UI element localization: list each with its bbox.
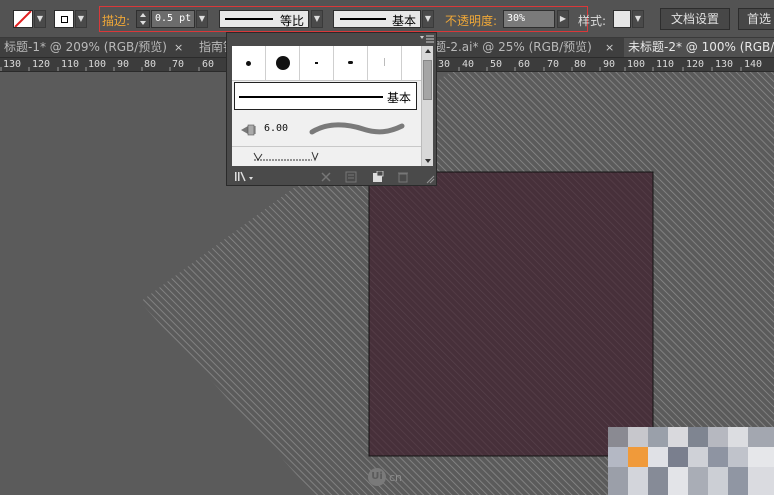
- stroke-weight-stepper[interactable]: [136, 10, 150, 28]
- brush-cell[interactable]: [300, 46, 334, 80]
- remove-stroke-icon[interactable]: [320, 171, 332, 183]
- stroke-swatch[interactable]: [54, 10, 74, 28]
- scroll-thumb[interactable]: [423, 60, 432, 100]
- stroke-label[interactable]: 描边:: [102, 12, 130, 29]
- width-profile-select[interactable]: 等比: [219, 10, 309, 28]
- brush-cell[interactable]: [266, 46, 300, 80]
- panel-scrollbar[interactable]: [421, 46, 433, 166]
- calligraphic-brush-row: [232, 46, 421, 81]
- brush-stroke-preview: [309, 122, 405, 135]
- art-brush-row[interactable]: 6.00: [232, 114, 421, 147]
- brush-dot-icon: [348, 61, 353, 64]
- scroll-down-icon[interactable]: [422, 156, 434, 166]
- stroke-square-icon: [61, 16, 68, 23]
- brush-dot-icon: [384, 58, 385, 66]
- brush-dot-icon: [315, 62, 318, 64]
- pattern-brush-row[interactable]: [232, 148, 421, 166]
- basic-brush-label: 基本: [387, 91, 412, 105]
- brush-definition-select[interactable]: 基本: [333, 10, 421, 28]
- fill-swatch[interactable]: [13, 10, 33, 28]
- panel-menu-icon[interactable]: [420, 35, 434, 43]
- fill-dropdown-arrow[interactable]: ▼: [34, 10, 46, 28]
- close-icon[interactable]: ×: [605, 38, 614, 57]
- style-label: 样式:: [578, 14, 607, 28]
- brush-size-label: 6.00: [264, 123, 289, 134]
- tab-label: 未标题-2* @ 100% (RGB/: [628, 40, 774, 54]
- opacity-input[interactable]: 30%: [503, 10, 555, 28]
- stepper-arrows-icon: [140, 13, 146, 25]
- profile-line: [225, 18, 273, 20]
- tab-label: 题-2.ai* @ 25% (RGB/预览): [434, 40, 592, 54]
- brush-library-icon[interactable]: [235, 171, 257, 183]
- bristle-brush-icon: [241, 124, 256, 136]
- tab-label: 标题-1* @ 209% (RGB/预览): [4, 40, 167, 54]
- brush-label: 基本: [392, 14, 417, 28]
- stroke-dropdown-arrow[interactable]: ▼: [75, 10, 87, 28]
- brush-options-icon[interactable]: [345, 171, 357, 183]
- mosaic-blur: [608, 427, 774, 495]
- brush-cell[interactable]: [334, 46, 368, 80]
- scroll-up-icon[interactable]: [422, 46, 434, 56]
- close-icon[interactable]: ×: [174, 38, 183, 57]
- tab-untitled-2-ai[interactable]: 题-2.ai* @ 25% (RGB/预览): [430, 38, 614, 57]
- graphic-style-swatch[interactable]: [613, 10, 631, 28]
- stroke-weight-input[interactable]: 0.5 pt: [151, 10, 195, 28]
- brush-definition-dropdown[interactable]: ▼: [422, 10, 434, 28]
- none-slash-icon: [14, 11, 32, 27]
- watermark-logo: Ui: [368, 468, 386, 486]
- tab-untitled-1[interactable]: 标题-1* @ 209% (RGB/预览): [0, 38, 186, 57]
- artboard-rect[interactable]: [368, 171, 654, 457]
- new-brush-icon[interactable]: [372, 171, 384, 183]
- brush-cell[interactable]: [232, 46, 266, 80]
- opacity-label[interactable]: 不透明度:: [445, 12, 497, 29]
- basic-brush-line: [239, 96, 383, 98]
- preferences-button[interactable]: 首选: [738, 8, 774, 30]
- brush-dot-icon: [276, 56, 290, 70]
- pattern-brush-preview: [253, 151, 319, 162]
- resize-grip-icon[interactable]: [425, 174, 435, 184]
- trash-icon[interactable]: [397, 171, 409, 183]
- graphic-style-dropdown[interactable]: ▼: [632, 10, 644, 28]
- stroke-weight-dropdown[interactable]: ▼: [196, 10, 208, 28]
- brush-line: [340, 18, 386, 20]
- opacity-dropdown[interactable]: ▶: [557, 10, 569, 28]
- brush-cell[interactable]: [368, 46, 402, 80]
- width-profile-dropdown[interactable]: ▼: [311, 10, 323, 28]
- brush-list: 基本 6.00: [232, 46, 421, 166]
- tab-untitled-2-active[interactable]: 未标题-2* @ 100% (RGB/: [624, 38, 774, 57]
- brushes-panel: 基本 6.00: [226, 32, 437, 186]
- profile-label: 等比: [280, 14, 305, 28]
- document-setup-button[interactable]: 文档设置: [660, 8, 730, 30]
- basic-brush-row[interactable]: 基本: [234, 82, 417, 110]
- watermark-text: cn: [389, 471, 403, 484]
- brush-dot-icon: [246, 61, 251, 66]
